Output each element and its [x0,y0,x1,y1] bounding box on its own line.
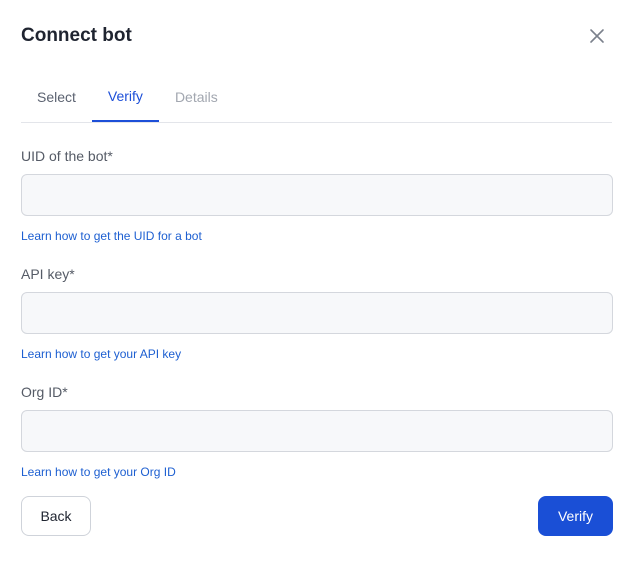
org-id-label: Org ID* [21,384,68,400]
api-key-help-link[interactable]: Learn how to get your API key [21,347,181,361]
back-button[interactable]: Back [21,496,91,536]
uid-help-link[interactable]: Learn how to get the UID for a bot [21,229,202,243]
tab-label: Select [37,89,76,105]
close-icon [589,28,605,44]
step-tabs: Select Verify Details [21,72,612,123]
uid-label: UID of the bot* [21,148,113,164]
tab-label: Details [174,89,218,105]
verify-button[interactable]: Verify [538,496,613,536]
close-button[interactable] [585,24,609,48]
uid-input[interactable] [21,174,613,216]
dialog-title: Connect bot [21,25,132,46]
connect-bot-dialog: Connect bot Select Verify Details UID of… [0,0,635,570]
tab-verify[interactable]: Verify [91,72,159,122]
org-id-help-link[interactable]: Learn how to get your Org ID [21,465,176,479]
tab-select[interactable]: Select [21,72,92,122]
tab-details: Details [159,72,234,122]
api-key-label: API key* [21,266,75,282]
org-id-input[interactable] [21,410,613,452]
tab-label: Verify [107,88,143,104]
api-key-input[interactable] [21,292,613,334]
